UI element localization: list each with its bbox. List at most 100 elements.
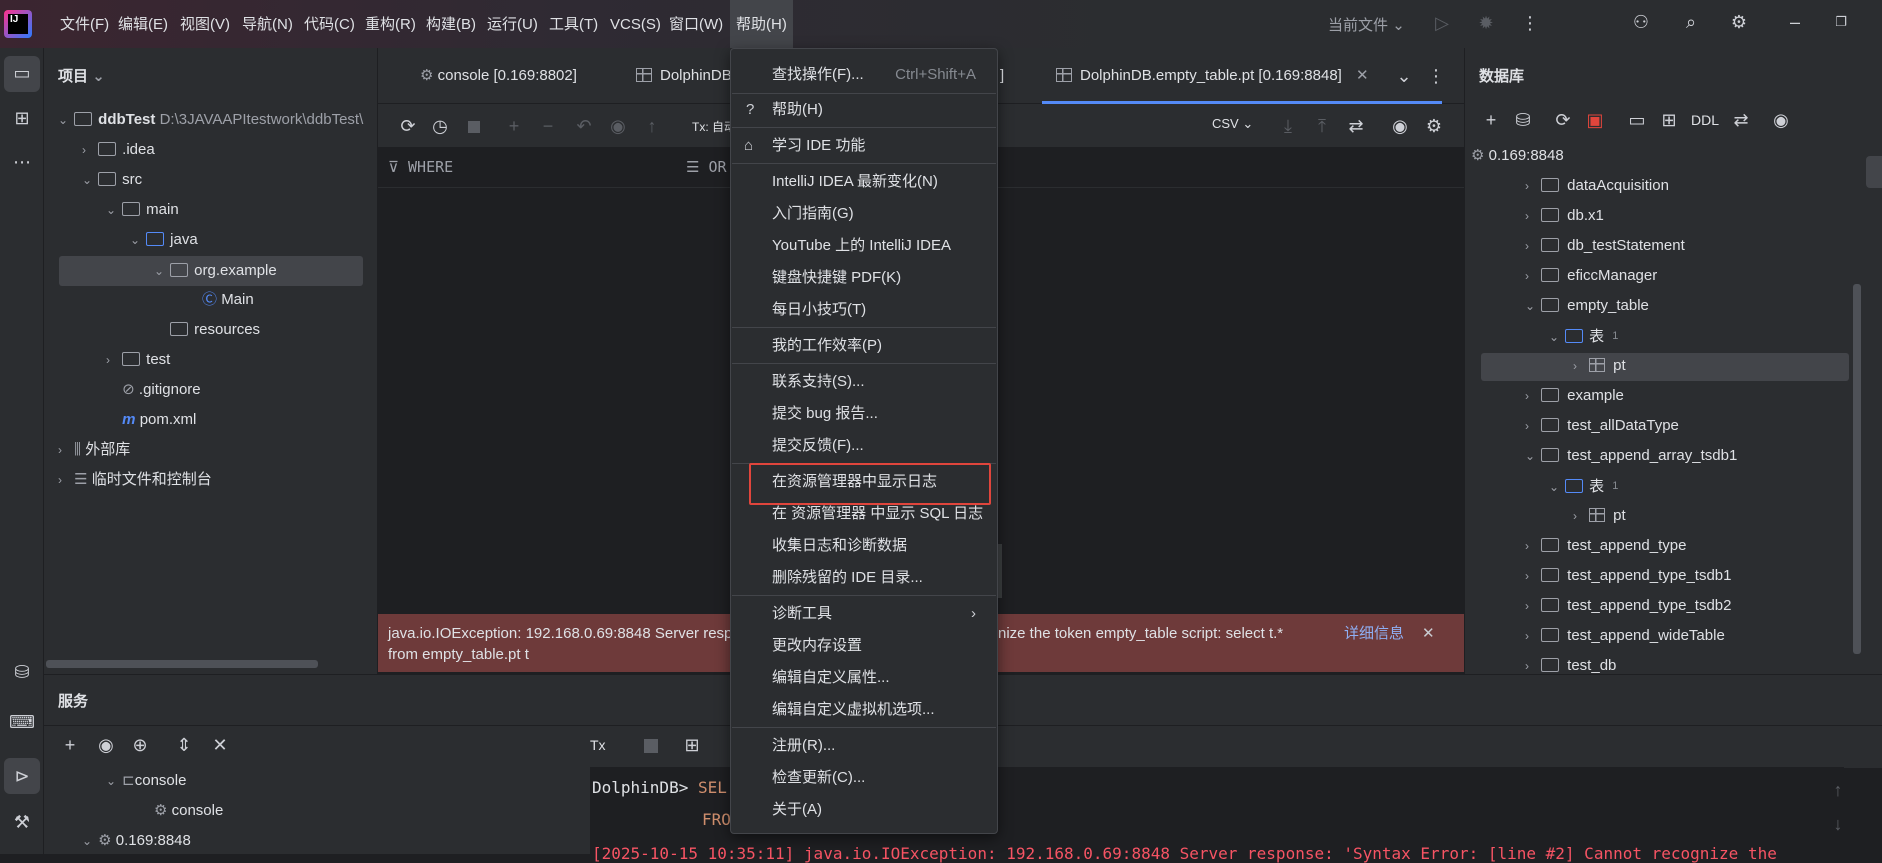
add-row-icon[interactable]: + bbox=[502, 116, 526, 136]
menu-view[interactable]: 视图(V) bbox=[174, 0, 236, 48]
tree-item-gitignore[interactable]: ⊘ .gitignore bbox=[106, 376, 200, 404]
tab-empty-table-pt[interactable]: DolphinDB.empty_table.pt [0.169:8848] ✕ bbox=[1056, 48, 1369, 104]
import-icon[interactable]: ⤒ bbox=[1310, 116, 1334, 136]
menu-item-getting-started[interactable]: 入门指南(G) bbox=[732, 199, 996, 229]
run-icon[interactable]: ▷ bbox=[1430, 13, 1454, 33]
restore-icon[interactable]: ❐ bbox=[1828, 12, 1854, 32]
refresh-icon[interactable]: ⟳ bbox=[396, 116, 420, 136]
menu-item-submit-bug[interactable]: 提交 bug 报告... bbox=[732, 399, 996, 429]
tab-console[interactable]: ⚙ console [0.169:8802] bbox=[420, 48, 577, 104]
structure-icon[interactable]: ⊞ bbox=[8, 108, 36, 128]
table-view-icon[interactable]: ⊞ bbox=[1657, 110, 1681, 130]
export-format-selector[interactable]: CSV ⌄ bbox=[1212, 116, 1253, 132]
submit-icon[interactable]: ↑ bbox=[640, 116, 664, 136]
close-icon[interactable]: ✕ bbox=[1422, 623, 1435, 644]
tree-item-java[interactable]: ⌄ java bbox=[130, 226, 198, 254]
stop-icon[interactable] bbox=[644, 739, 658, 753]
menu-item-show-sql-log[interactable]: 在 资源管理器 中显示 SQL 日志 bbox=[732, 499, 996, 529]
db-tree-item[interactable]: ⌄ 表1 bbox=[1549, 472, 1618, 500]
menu-item-custom-properties[interactable]: 编辑自定义属性... bbox=[732, 663, 996, 693]
tree-item-main[interactable]: ⌄ main bbox=[106, 196, 179, 224]
settings-icon[interactable]: ⚙ bbox=[1422, 116, 1446, 136]
export-icon[interactable]: ⤓ bbox=[1276, 116, 1300, 136]
db-tree-item[interactable]: › test_allDataType bbox=[1525, 412, 1679, 440]
more-options-icon[interactable]: ⋮ bbox=[1426, 66, 1446, 86]
add-icon[interactable]: + bbox=[1479, 110, 1503, 130]
tree-item-src[interactable]: ⌄ src bbox=[82, 166, 142, 194]
vertical-scrollbar[interactable] bbox=[1853, 284, 1861, 654]
menu-file[interactable]: 文件(F) bbox=[54, 0, 115, 48]
db-tree-item[interactable]: › dataAcquisition bbox=[1525, 172, 1669, 200]
menu-help[interactable]: 帮助(H) bbox=[730, 0, 793, 48]
db-tree-item[interactable]: ⌄ empty_table bbox=[1525, 292, 1649, 320]
menu-tools[interactable]: 工具(T) bbox=[543, 0, 604, 48]
preview-icon[interactable]: ◉ bbox=[606, 116, 630, 136]
db-tree-item[interactable]: › db_testStatement bbox=[1525, 232, 1685, 260]
tree-item-org-example[interactable]: ⌄ org.example bbox=[154, 257, 277, 285]
db-tree-item[interactable]: › pt bbox=[1573, 502, 1626, 530]
add-icon[interactable]: + bbox=[58, 735, 82, 755]
build-hammer-icon[interactable]: ⚒ bbox=[8, 812, 36, 832]
db-tree-item[interactable]: ⌄ 表1 bbox=[1549, 322, 1618, 350]
menu-item-learn-ide[interactable]: ⌂ 学习 IDE 功能 bbox=[732, 131, 996, 161]
new-session-icon[interactable]: ⊕ bbox=[128, 735, 152, 755]
collapse-all-icon[interactable]: ✕ bbox=[208, 735, 232, 755]
view-options-icon[interactable]: ◉ bbox=[1769, 110, 1793, 130]
menu-vcs[interactable]: VCS(S) bbox=[604, 0, 667, 48]
menu-build[interactable]: 构建(B) bbox=[420, 0, 482, 48]
scroll-down-icon[interactable]: ↓ bbox=[1828, 814, 1848, 834]
tree-item-test[interactable]: › test bbox=[106, 346, 170, 374]
more-tools-icon[interactable]: ⋯ bbox=[8, 152, 36, 172]
history-icon[interactable]: ◷ bbox=[428, 116, 452, 136]
menu-item-submit-feedback[interactable]: 提交反馈(F)... bbox=[732, 431, 996, 461]
menu-run[interactable]: 运行(U) bbox=[481, 0, 544, 48]
project-panel-header[interactable]: 项目 ⌄ bbox=[58, 65, 105, 86]
tree-item-scratches[interactable]: › ☰ 临时文件和控制台 bbox=[58, 466, 212, 494]
add-user-icon[interactable]: ⚇ bbox=[1628, 12, 1654, 32]
menu-item-diagnostic-tools[interactable]: 诊断工具 › bbox=[732, 599, 996, 629]
tx-button[interactable]: Tx bbox=[590, 737, 606, 753]
menu-navigate[interactable]: 导航(N) bbox=[236, 0, 299, 48]
menu-edit[interactable]: 编辑(E) bbox=[112, 0, 174, 48]
tree-item-ddbtest[interactable]: ⌄ ddbTest D:\3JAVAAPItestwork\ddbTest\ bbox=[58, 106, 363, 134]
terminal-icon[interactable]: ⌨ bbox=[8, 712, 36, 732]
tree-item-main-class[interactable]: Ⓒ Main bbox=[202, 286, 254, 314]
run-config-selector[interactable]: 当前文件 ⌄ bbox=[1328, 14, 1405, 35]
search-icon[interactable]: ⌕ bbox=[1678, 12, 1704, 32]
database-tool-button[interactable] bbox=[1866, 156, 1882, 188]
menu-item-delete-leftover-dirs[interactable]: 删除残留的 IDE 目录... bbox=[732, 563, 996, 593]
tree-item-idea[interactable]: › .idea bbox=[82, 136, 155, 164]
db-tree-item[interactable]: › db.x1 bbox=[1525, 202, 1604, 230]
tab-dolphindb[interactable]: DolphinDB bbox=[636, 48, 732, 104]
service-item-console-group[interactable]: ⌄ ⊏console bbox=[106, 767, 186, 795]
stop-icon[interactable] bbox=[468, 121, 480, 133]
menu-item-memory-settings[interactable]: 更改内存设置 bbox=[732, 631, 996, 661]
menu-item-help[interactable]: ? 帮助(H) bbox=[732, 95, 996, 125]
orderby-filter[interactable]: ☰ OR bbox=[686, 158, 727, 176]
disconnect-icon[interactable]: ▣ bbox=[1583, 110, 1607, 130]
minimize-icon[interactable]: – bbox=[1782, 12, 1808, 32]
tree-item-external-libs[interactable]: › ⫼ 外部库 bbox=[58, 436, 130, 464]
menu-item-tip-of-day[interactable]: 每日小技巧(T) bbox=[732, 295, 996, 325]
menu-item-whats-new[interactable]: IntelliJ IDEA 最新变化(N) bbox=[732, 167, 996, 197]
view-icon[interactable]: ◉ bbox=[94, 735, 118, 755]
tree-item-pom[interactable]: m pom.xml bbox=[106, 406, 196, 434]
settings-gear-icon[interactable]: ⚙ bbox=[1726, 12, 1752, 32]
more-actions-icon[interactable]: ⋮ bbox=[1518, 13, 1542, 33]
compare-icon[interactable]: ⇄ bbox=[1729, 110, 1753, 130]
close-icon[interactable]: ✕ bbox=[1356, 67, 1369, 84]
menu-item-keymap-pdf[interactable]: 键盘快捷键 PDF(K) bbox=[732, 263, 996, 293]
service-item-connection[interactable]: ⌄ ⚙ 0.169:8848 bbox=[82, 827, 191, 855]
undo-icon[interactable]: ↶ bbox=[572, 116, 596, 136]
database-icon[interactable]: ⛁ bbox=[8, 662, 36, 682]
db-tree-item[interactable]: › test_append_type_tsdb1 bbox=[1525, 562, 1731, 590]
menu-item-productivity[interactable]: 我的工作效率(P) bbox=[732, 331, 996, 361]
where-filter[interactable]: ⊽ WHERE bbox=[388, 158, 453, 176]
tree-item-resources[interactable]: resources bbox=[154, 316, 260, 344]
services-tool-button[interactable]: ⊳ bbox=[4, 758, 40, 794]
db-tree-item[interactable]: › test_append_wideTable bbox=[1525, 622, 1725, 650]
db-connection[interactable]: ⚙ 0.169:8848 bbox=[1471, 142, 1564, 170]
compare-icon[interactable]: ⇄ bbox=[1344, 116, 1368, 136]
refresh-icon[interactable]: ⟳ bbox=[1551, 110, 1575, 130]
menu-item-youtube[interactable]: YouTube 上的 IntelliJ IDEA bbox=[732, 231, 996, 261]
